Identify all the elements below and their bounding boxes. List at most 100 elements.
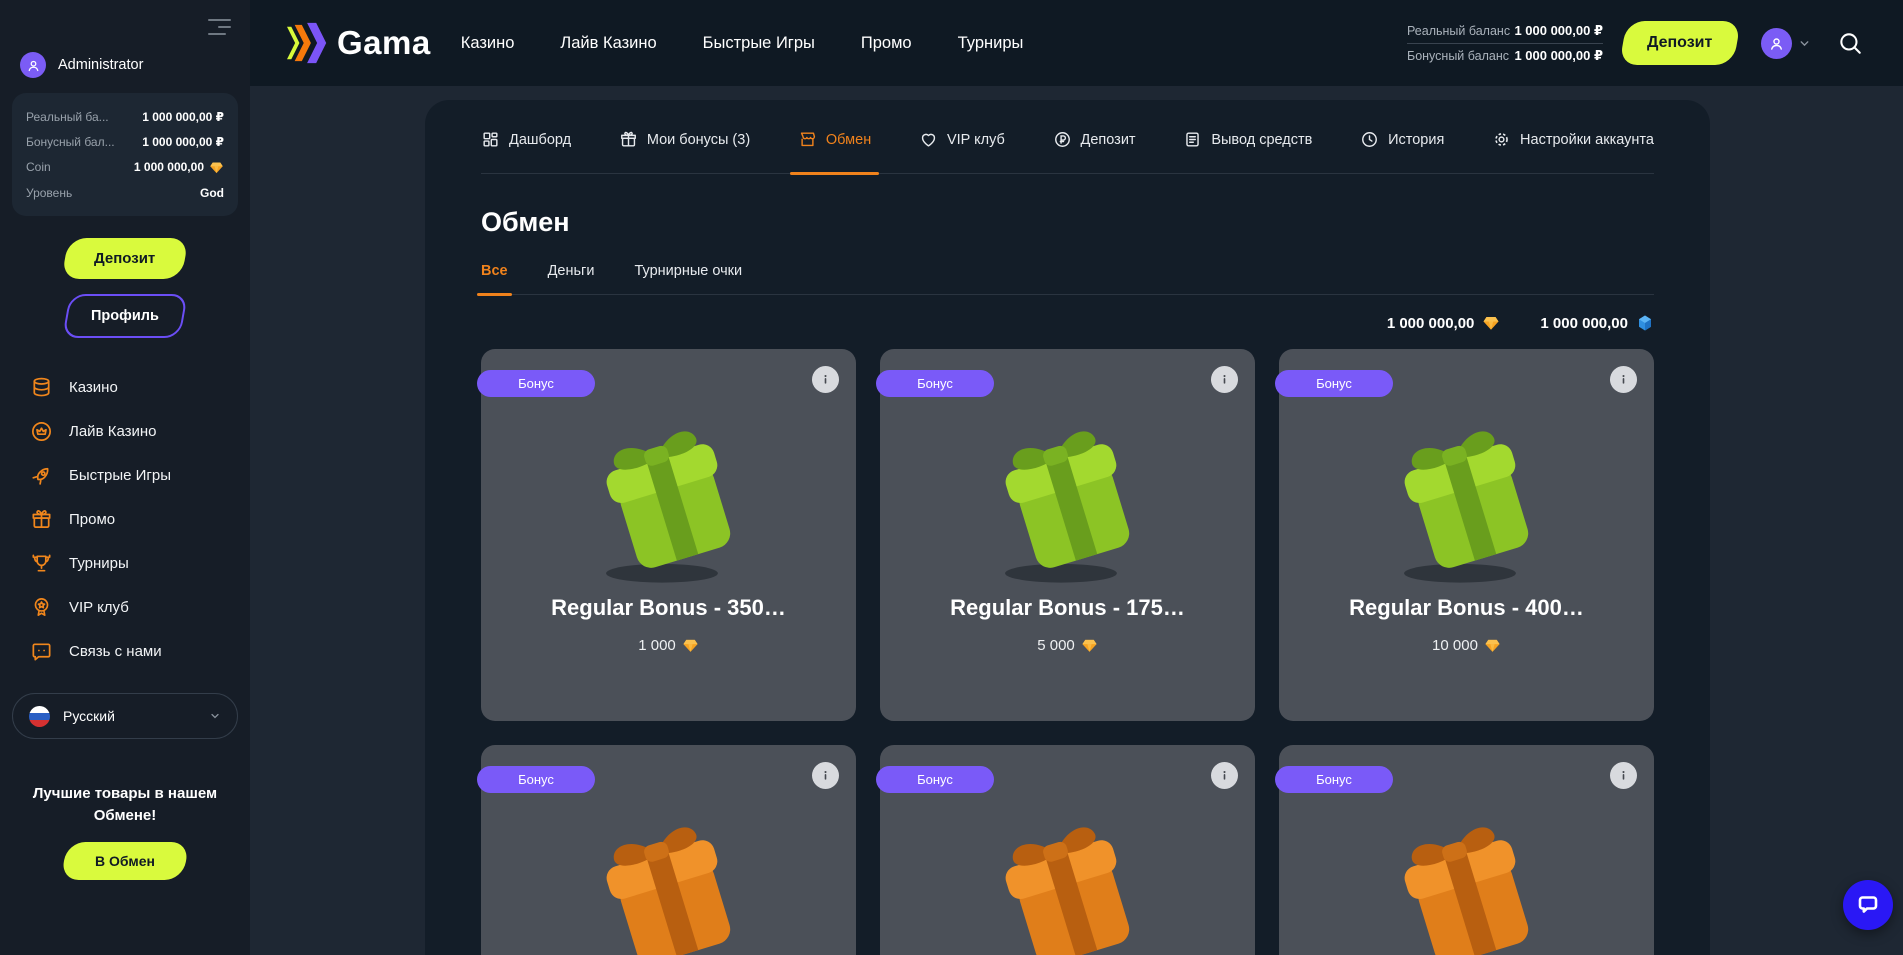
info-icon[interactable] [1610,762,1637,789]
bonus-card[interactable]: Бонус Regular Bonus - 400… [1279,349,1654,721]
sidebar-item-vip[interactable]: VIP клуб [30,596,250,619]
top-nav-tournaments[interactable]: Турниры [958,34,1024,53]
tab-history[interactable]: История [1360,130,1444,173]
sidebar-balance-card: Реальный ба... 1 000 000,00 ₽ Бонусный б… [12,93,238,216]
sidebar-item-contact[interactable]: Связь с нами [30,640,250,663]
rocket-icon [30,464,53,487]
top-nav-fast-games[interactable]: Быстрые Игры [703,34,815,53]
gift-icon [619,130,638,149]
tab-withdraw[interactable]: Вывод средств [1183,130,1312,173]
bonus-card[interactable]: Бонус [1279,745,1654,955]
sidebar-item-live-casino[interactable]: Лайв Казино [30,420,250,443]
info-icon[interactable] [1610,366,1637,393]
balance-label: Уровень [26,186,72,200]
brand-logo[interactable]: Gama [284,21,431,65]
top-nav-live-casino[interactable]: Лайв Казино [560,34,656,53]
balance-value: God [200,186,224,200]
invoice-icon [1183,130,1202,149]
account-menu-button[interactable] [1761,28,1811,59]
chat-widget-button[interactable] [1843,880,1893,930]
sidebar-item-tournaments[interactable]: Турниры [30,552,250,575]
search-icon[interactable] [1837,30,1863,56]
header-balances: Реальный баланс 1 000 000,00 ₽ Бонусный … [1407,19,1603,68]
main-area: Gama Казино Лайв Казино Быстрые Игры Про… [250,0,1903,955]
filter-all[interactable]: Все [481,263,508,294]
bonus-badge: Бонус [477,370,595,397]
tab-dashboard[interactable]: Дашборд [481,130,571,173]
account-tabs: Дашборд Мои бонусы (3) Обмен VIP клуб Де… [481,100,1654,174]
history-icon [1360,130,1379,149]
shop-filters: Все Деньги Турнирные очки [481,263,1654,295]
language-label: Русский [63,708,196,724]
gem-blue-icon [1636,314,1654,332]
info-icon[interactable] [812,762,839,789]
info-icon[interactable] [812,366,839,393]
top-header: Gama Казино Лайв Казино Быстрые Игры Про… [250,0,1903,86]
bonus-title: Regular Bonus - 350… [551,595,786,621]
real-balance-value: 1 000 000,00 ₽ [1514,23,1603,39]
balance-row-coin: Coin 1 000 000,00 [26,154,224,180]
bonus-badge: Бонус [1275,370,1393,397]
sidebar: Administrator Реальный ба... 1 000 000,0… [0,0,250,955]
bonus-card[interactable]: Бонус Regular Bonus - 350… [481,349,856,721]
username: Administrator [58,57,143,73]
language-selector[interactable]: Русский [12,693,238,739]
info-icon[interactable] [1211,366,1238,393]
header-right: Реальный баланс 1 000 000,00 ₽ Бонусный … [1407,19,1863,68]
flag-ru-icon [29,706,50,727]
bonus-price: 10 000 [1432,637,1501,654]
gem-orange-icon [1081,637,1098,654]
balance-label: Реальный ба... [26,110,109,124]
to-shop-button[interactable]: В Обмен [61,842,190,880]
gift-box-image [1364,401,1569,589]
hamburger-menu-icon[interactable] [208,14,232,40]
bonus-title: Regular Bonus - 400… [1349,595,1584,621]
tab-vip-club[interactable]: VIP клуб [919,130,1005,173]
filter-tournament-points[interactable]: Турнирные очки [634,263,742,294]
tab-account-settings[interactable]: Настройки аккаунта [1492,130,1654,173]
sidebar-item-fast-games[interactable]: Быстрые Игры [30,464,250,487]
balance-value: 1 000 000,00 [134,160,224,175]
heart-icon [919,130,938,149]
balance-row-level: Уровень God [26,180,224,205]
bonus-card[interactable]: Бонус [481,745,856,955]
gift-icon [30,508,53,531]
gift-box-image [965,401,1170,589]
bonus-card[interactable]: Бонус Regular Bonus - 175… [880,349,1255,721]
bonus-price: 1 000 [638,637,699,654]
chat-face-icon [30,640,53,663]
gear-icon [1492,130,1511,149]
top-nav-casino[interactable]: Казино [461,34,515,53]
sidebar-deposit-button[interactable]: Депозит [61,238,188,279]
real-balance-label: Реальный баланс [1407,24,1510,38]
sidebar-item-casino[interactable]: Казино [30,376,250,399]
dashboard-icon [481,130,500,149]
logo-chevrons-icon [284,21,334,65]
gem-orange-icon [1482,314,1500,332]
vip-badge-icon [30,596,53,619]
account-panel: Дашборд Мои бонусы (3) Обмен VIP клуб Де… [425,100,1710,955]
bonus-card[interactable]: Бонус [880,745,1255,955]
top-nav-promo[interactable]: Промо [861,34,912,53]
tab-my-bonuses[interactable]: Мои бонусы (3) [619,130,750,173]
sidebar-item-promo[interactable]: Промо [30,508,250,531]
bonus-badge: Бонус [1275,766,1393,793]
coin-icon [1053,130,1072,149]
sidebar-profile-button[interactable]: Профиль [62,294,188,338]
bonus-badge: Бонус [477,766,595,793]
gem-orange-icon [682,637,699,654]
balance-label: Coin [26,160,51,174]
filter-money[interactable]: Деньги [548,263,595,294]
tab-shop[interactable]: Обмен [798,130,871,173]
gem-orange-icon [209,160,224,175]
balance-row-real: Реальный ба... 1 000 000,00 ₽ [26,104,224,129]
info-icon[interactable] [1211,762,1238,789]
tab-deposit[interactable]: Депозит [1053,130,1136,173]
header-deposit-button[interactable]: Депозит [1619,21,1741,65]
user-avatar-icon [20,52,46,78]
chevron-down-icon [209,710,221,722]
shop-icon [798,130,817,149]
coins-icon [30,376,53,399]
bonus-title: Regular Bonus - 175… [950,595,1185,621]
gift-box-image [1364,797,1569,955]
